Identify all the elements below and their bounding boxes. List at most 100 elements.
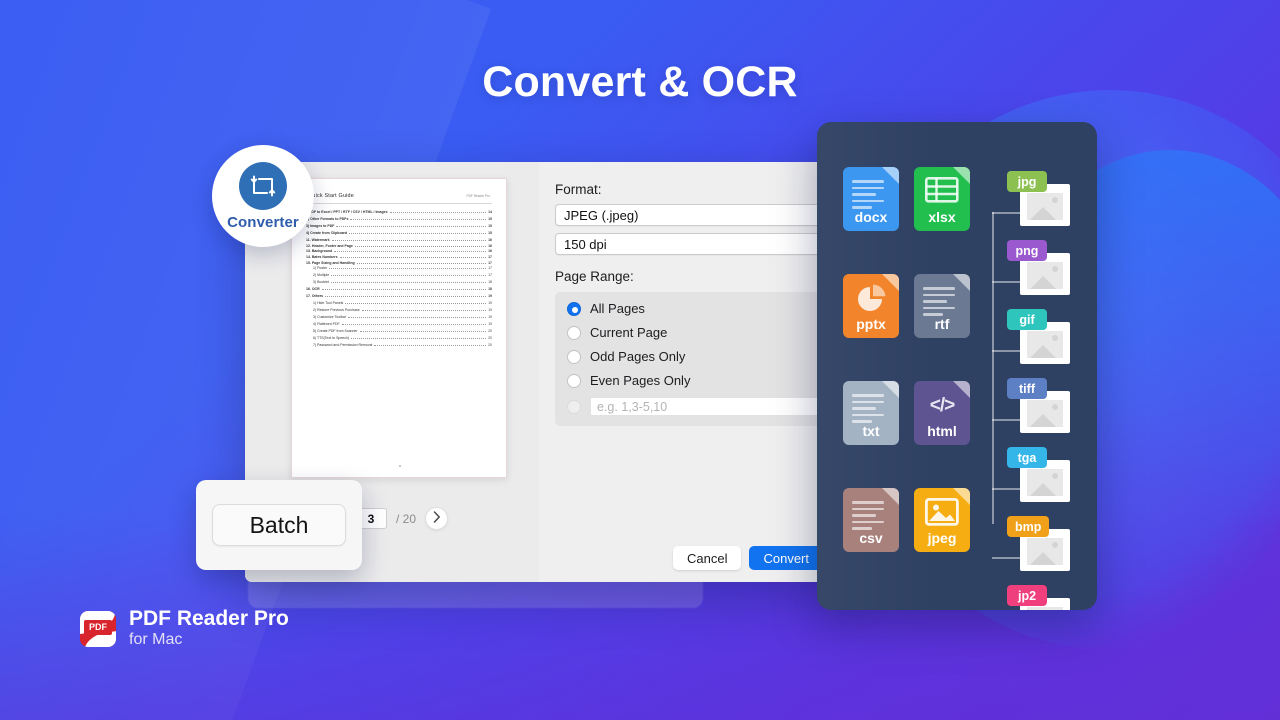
toc-page-number: 19 xyxy=(488,315,492,319)
page-range-option[interactable]: Even Pages Only xyxy=(555,373,845,388)
document-header: Quick Start Guide PDF Reader Pro xyxy=(292,179,506,199)
toc-row: 6) TTS(Text to Speech)20 xyxy=(306,336,492,340)
toc-dots xyxy=(325,294,486,297)
custom-range-input[interactable]: e.g. 1,3-5,10 xyxy=(590,397,831,416)
toc-row: 2) Restore Previous Purchase19 xyxy=(306,308,492,312)
image-format-tag-bmp: bmp xyxy=(1007,516,1049,537)
image-thumb-picture xyxy=(1027,538,1063,565)
brand-name: PDF Reader Pro xyxy=(129,608,289,630)
toc-dots xyxy=(348,315,486,318)
image-format-item[interactable]: tga xyxy=(1020,460,1070,502)
image-format-item[interactable]: tiff xyxy=(1020,391,1070,433)
dpi-select-value: 150 dpi xyxy=(564,237,607,252)
dpi-select[interactable]: 150 dpi xyxy=(555,233,845,255)
toc-row: 2) Multiple17 xyxy=(306,273,492,277)
page-range-option[interactable]: Odd Pages Only xyxy=(555,349,845,364)
file-icon-jpeg[interactable]: jpeg xyxy=(914,488,970,552)
file-icon-rtf[interactable]: rtf xyxy=(914,274,970,338)
next-page-button[interactable] xyxy=(425,507,448,530)
radio-button[interactable] xyxy=(567,302,581,316)
converter-badge: Converter xyxy=(212,145,314,247)
file-format-cell: </>html xyxy=(914,381,985,488)
file-icon-html[interactable]: </>html xyxy=(914,381,970,445)
toc-label: 15. Page Sizing and Handling xyxy=(306,261,355,265)
toc-row: 3) Images to PDF15 xyxy=(306,224,492,228)
image-thumb-sun xyxy=(1052,335,1058,341)
page-fold-corner-icon xyxy=(953,167,970,184)
tree-trunk-line xyxy=(992,212,994,524)
page-range-option-label: Current Page xyxy=(590,325,667,340)
image-format-item[interactable]: jp2 xyxy=(1020,598,1070,610)
converter-badge-label: Converter xyxy=(227,214,299,231)
brand-subtitle: for Mac xyxy=(129,630,289,650)
image-format-tree: jpgpnggiftifftgabmpjp2 xyxy=(987,166,1087,566)
file-icon-pptx[interactable]: pptx xyxy=(843,274,899,338)
file-extension-label: csv xyxy=(843,530,899,546)
brand-logo: PDF PDF Reader Pro for Mac xyxy=(80,608,289,650)
document-preview: Quick Start Guide PDF Reader Pro > PDF t… xyxy=(291,178,507,478)
radio-button[interactable] xyxy=(567,326,581,340)
file-icon-txt[interactable]: txt xyxy=(843,381,899,445)
toc-page-number: 19 xyxy=(488,294,492,298)
toc-label: 2) Multiple xyxy=(313,273,329,277)
toc-label: 4) Create from Clipboard xyxy=(306,231,347,235)
file-format-cell: txt xyxy=(843,381,914,488)
image-thumb-picture xyxy=(1027,469,1063,496)
file-icon-docx[interactable]: docx xyxy=(843,167,899,231)
toc-dots xyxy=(355,244,486,247)
file-extension-label: xlsx xyxy=(914,209,970,225)
file-format-grid: docx xlsx pptxrtf txt </>html csvjpeg xyxy=(843,167,985,595)
toc-page-number: 15 xyxy=(488,231,492,235)
page-fold-corner-icon xyxy=(953,488,970,505)
toc-dots xyxy=(329,266,486,269)
toc-label: 2) Other Formats to PDFs xyxy=(306,217,348,221)
toc-label: 6) TTS(Text to Speech) xyxy=(313,336,349,340)
convert-button[interactable]: Convert xyxy=(749,546,823,570)
image-format-item[interactable]: jpg xyxy=(1020,184,1070,226)
file-icon-xlsx[interactable]: xlsx xyxy=(914,167,970,231)
radio-button[interactable] xyxy=(567,350,581,364)
toc-row: 3) Customize Toolbar19 xyxy=(306,315,492,319)
image-thumb-picture xyxy=(1027,193,1063,220)
toc-dots xyxy=(362,308,486,311)
toc-page-number: 18 xyxy=(488,280,492,284)
cancel-button[interactable]: Cancel xyxy=(673,546,741,570)
page-range-option[interactable]: All Pages xyxy=(555,301,845,316)
image-format-tag-png: png xyxy=(1007,240,1047,261)
toc-row: 13. Background16 xyxy=(306,249,492,253)
radio-button[interactable] xyxy=(567,374,581,388)
page-fold-corner-icon xyxy=(882,488,899,505)
image-format-item[interactable]: gif xyxy=(1020,322,1070,364)
image-thumb-sun xyxy=(1052,197,1058,203)
toc-label: 11. Watermark xyxy=(306,238,330,242)
custom-range-option[interactable]: e.g. 1,3-5,10 xyxy=(555,397,845,416)
page-fold-corner-icon xyxy=(882,167,899,184)
toc-row: 5) Create PDF from Scanner20 xyxy=(306,329,492,333)
code-tags-icon: </> xyxy=(914,395,970,417)
file-extension-label: pptx xyxy=(843,316,899,332)
toc-page-number: 16 xyxy=(488,244,492,248)
logo-mark-text: PDF xyxy=(80,622,116,632)
toc-row: 16. OCR18 xyxy=(306,287,492,291)
file-extension-label: txt xyxy=(843,423,899,439)
convert-arrows-icon xyxy=(239,162,287,210)
page-range-option[interactable]: Current Page xyxy=(555,325,845,340)
format-select[interactable]: JPEG (.jpeg) xyxy=(555,204,845,226)
toc-dots xyxy=(357,261,486,264)
image-thumb-sun xyxy=(1052,542,1058,548)
toc-row: > PDF to Excel / PPT / RTF / CSV / HTML … xyxy=(306,210,492,214)
file-icon-csv[interactable]: csv xyxy=(843,488,899,552)
toc-page-number: 15 xyxy=(488,217,492,221)
image-format-item[interactable]: bmp xyxy=(1020,529,1070,571)
image-format-tag-gif: gif xyxy=(1007,309,1047,330)
radio-button-custom[interactable] xyxy=(567,400,581,414)
toc-page-number: 17 xyxy=(488,261,492,265)
image-thumb-sun xyxy=(1052,266,1058,272)
toc-label: 1) Poster xyxy=(313,266,327,270)
batch-button[interactable]: Batch xyxy=(212,504,346,546)
toc-row: 1) Poster17 xyxy=(306,266,492,270)
image-format-tag-jp2: jp2 xyxy=(1007,585,1047,606)
toc-label: 14. Bates Numbers xyxy=(306,255,338,259)
page-fold-corner-icon xyxy=(953,381,970,398)
image-format-item[interactable]: png xyxy=(1020,253,1070,295)
